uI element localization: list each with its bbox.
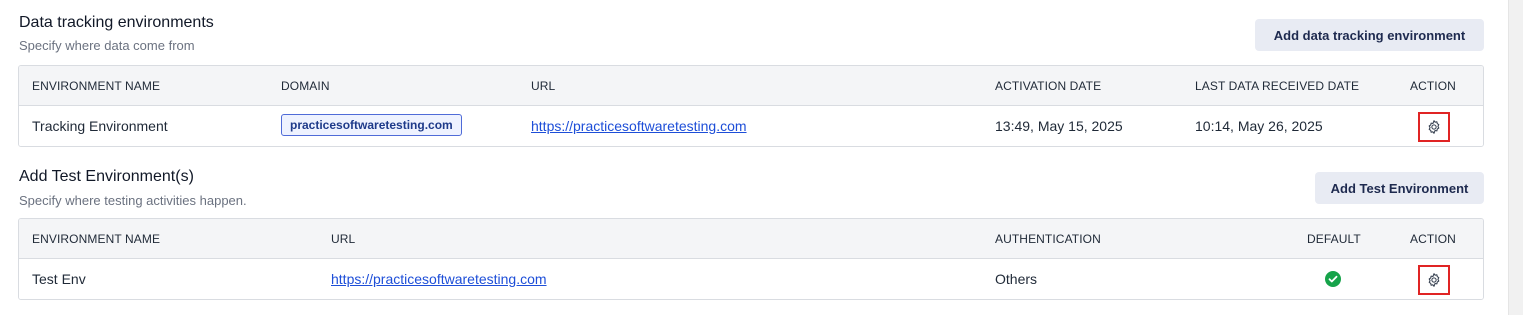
environment-name-cell: Test Env (32, 271, 86, 287)
column-header-last-data-received-date[interactable]: LAST DATA RECEIVED DATE (1195, 66, 1359, 106)
table-header: ENVIRONMENT NAME DOMAIN URL ACTIVATION D… (19, 66, 1483, 106)
add-data-tracking-environment-button[interactable]: Add data tracking environment (1255, 19, 1484, 51)
check-circle-icon (1325, 271, 1341, 287)
environment-url-link[interactable]: https://practicesoftwaretesting.com (531, 106, 747, 146)
table-row: Test Env https://practicesoftwaretesting… (19, 259, 1483, 299)
last-data-received-cell: 10:14, May 26, 2025 (1195, 118, 1323, 134)
column-header-action: ACTION (1410, 232, 1456, 246)
environment-url-link[interactable]: https://practicesoftwaretesting.com (331, 259, 547, 299)
add-test-environment-button[interactable]: Add Test Environment (1315, 172, 1484, 204)
column-header-authentication[interactable]: AUTHENTICATION (995, 219, 1101, 259)
column-header-default: DEFAULT (1307, 232, 1361, 246)
test-environments-table: ENVIRONMENT NAME URL AUTHENTICATION DEFA… (18, 218, 1484, 300)
column-header-domain[interactable]: DOMAIN (281, 66, 330, 106)
table-row: Tracking Environment practicesoftwaretes… (19, 106, 1483, 146)
settings-button[interactable] (1418, 265, 1450, 295)
tracking-section-title: Data tracking environments (19, 14, 214, 31)
main-content: Data tracking environments Specify where… (0, 0, 1508, 315)
vertical-scrollbar[interactable] (1508, 0, 1523, 315)
column-header-action: ACTION (1410, 79, 1456, 93)
tracking-section-subtitle: Specify where data come from (19, 38, 195, 53)
column-header-environment-name[interactable]: ENVIRONMENT NAME (32, 219, 160, 259)
environment-name-cell: Tracking Environment (32, 118, 168, 134)
activation-date-cell: 13:49, May 15, 2025 (995, 118, 1123, 134)
column-header-url[interactable]: URL (531, 66, 555, 106)
test-section-title: Add Test Environment(s) (19, 168, 194, 185)
tracking-environments-table: ENVIRONMENT NAME DOMAIN URL ACTIVATION D… (18, 65, 1484, 147)
test-section-subtitle: Specify where testing activities happen. (19, 193, 247, 208)
authentication-cell: Others (995, 271, 1038, 287)
column-header-activation-date[interactable]: ACTIVATION DATE (995, 66, 1101, 106)
domain-badge: practicesoftwaretesting.com (281, 114, 462, 136)
gear-icon (1428, 273, 1440, 287)
table-header: ENVIRONMENT NAME URL AUTHENTICATION DEFA… (19, 219, 1483, 259)
column-header-environment-name[interactable]: ENVIRONMENT NAME (32, 66, 160, 106)
column-header-url[interactable]: URL (331, 219, 355, 259)
settings-button[interactable] (1418, 112, 1450, 142)
gear-icon (1428, 120, 1440, 134)
